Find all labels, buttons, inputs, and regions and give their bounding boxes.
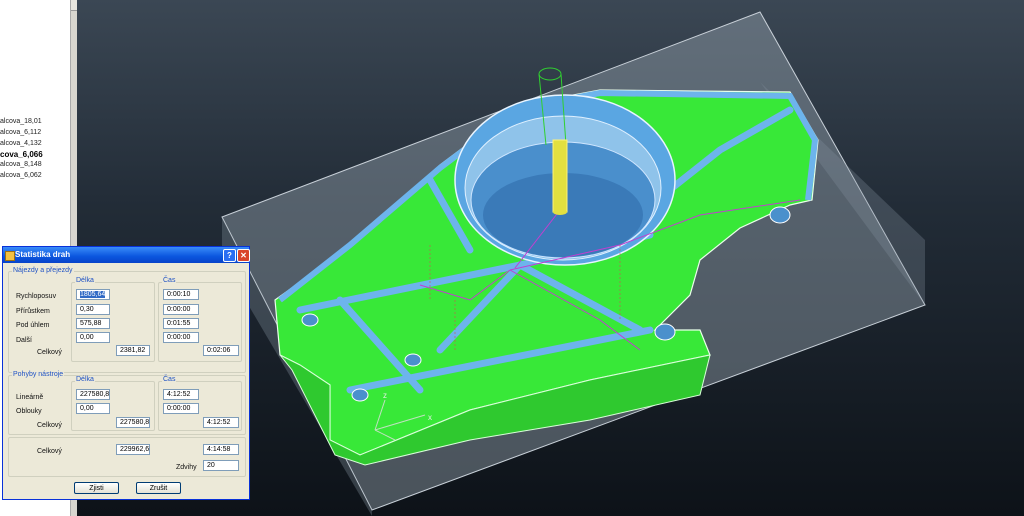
- tree-item[interactable]: alcova_4,132: [0, 140, 42, 147]
- row-label: Další: [16, 337, 32, 344]
- rapid-moves-title: Nájezdy a přejezdy: [12, 267, 74, 274]
- tree-item[interactable]: alcova_8,148: [0, 161, 42, 168]
- arc-time-field: 0:00:00: [163, 403, 199, 414]
- angle-time-field: 0:01:55: [163, 318, 199, 329]
- tool-time-header: Čas: [162, 376, 177, 383]
- totals-group: [8, 437, 246, 477]
- rapid-time-header: Čas: [162, 277, 177, 284]
- arc-length-field: 0,00: [76, 403, 110, 414]
- tool-total-label: Celkový: [37, 422, 62, 429]
- angle-length-field: 575,88: [76, 318, 110, 329]
- scroll-thumb[interactable]: [71, 0, 77, 11]
- svg-text:x: x: [428, 413, 432, 422]
- dialog-titlebar[interactable]: Statistika drah ? ✕: [3, 247, 250, 263]
- linear-length-field: 227580,8: [76, 389, 110, 400]
- close-button[interactable]: ✕: [237, 249, 250, 262]
- row-label: Přírůstkem: [16, 308, 50, 315]
- lifts-label: Zdvihy: [176, 464, 197, 471]
- tree-item-active[interactable]: cova_6,066: [0, 150, 43, 159]
- rapid-total-length-field: 2381,82: [116, 345, 150, 356]
- lifts-field: 20: [203, 460, 239, 471]
- increment-time-field: 0:00:00: [163, 304, 199, 315]
- row-label: Pod úhlem: [16, 322, 50, 329]
- rapid-total-time-field: 0:02:06: [203, 345, 239, 356]
- svg-text:z: z: [383, 391, 387, 400]
- cancel-button[interactable]: Zrušit: [136, 482, 181, 494]
- rapid-time-field: 0:00:10: [163, 289, 199, 300]
- tree-item[interactable]: alcova_18,01: [0, 118, 42, 125]
- other-length-field: 0,00: [76, 332, 110, 343]
- other-time-field: 0:00:00: [163, 332, 199, 343]
- row-label: Rychloposuv: [16, 293, 57, 300]
- tree-item[interactable]: alcova_6,062: [0, 172, 42, 179]
- row-label: Oblouky: [16, 408, 42, 415]
- linear-time-field: 4:12:52: [163, 389, 199, 400]
- grand-total-time-field: 4:14:58: [203, 444, 239, 455]
- tool-moves-title: Pohyby nástroje: [12, 371, 65, 378]
- row-label: Lineárně: [16, 394, 44, 401]
- grand-total-label: Celkový: [37, 448, 62, 455]
- dialog-title: Statistika drah: [15, 250, 71, 259]
- detect-button[interactable]: Zjisti: [74, 482, 119, 494]
- grand-total-length-field: 229962,6: [116, 444, 150, 455]
- tool-total-length-field: 227580,8: [116, 417, 150, 428]
- tool-total-time-field: 4:12:52: [203, 417, 239, 428]
- statistics-dialog: Statistika drah ? ✕ Nájezdy a přejezdy D…: [2, 246, 250, 500]
- rapid-total-label: Celkový: [37, 349, 62, 356]
- help-button[interactable]: ?: [223, 249, 236, 262]
- rapid-length-header: Délka: [75, 277, 95, 284]
- increment-length-field: 0,30: [76, 304, 110, 315]
- tool-length-header: Délka: [75, 376, 95, 383]
- tree-item[interactable]: alcova_6,112: [0, 129, 41, 136]
- rapid-length-field: 1805,64: [76, 289, 110, 300]
- app-icon: [5, 251, 15, 261]
